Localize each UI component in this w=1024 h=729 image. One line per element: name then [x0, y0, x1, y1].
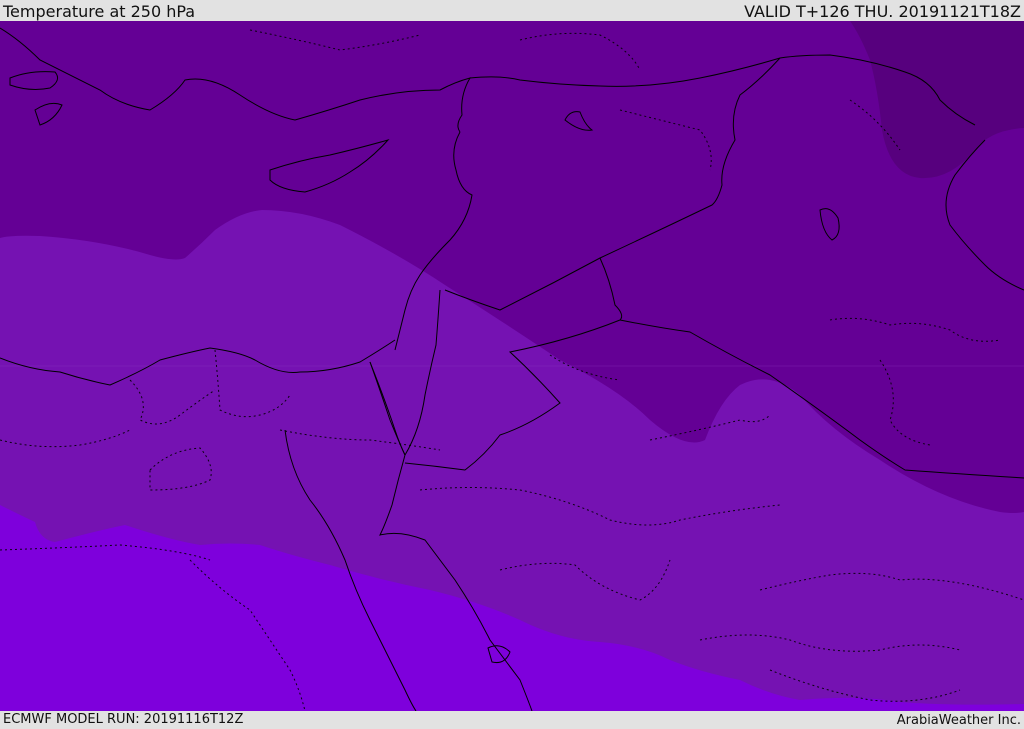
map-header: Temperature at 250 hPa VALID T+126 THU. …: [0, 0, 1024, 21]
model-run-label: ECMWF MODEL RUN: 20191116T12Z: [3, 712, 244, 727]
weather-map: [0, 21, 1024, 711]
credit-label: ArabiaWeather Inc.: [896, 713, 1021, 728]
map-canvas: [0, 21, 1024, 711]
map-title: Temperature at 250 hPa: [3, 2, 196, 21]
valid-time: VALID T+126 THU. 20191121T18Z: [744, 2, 1021, 21]
map-footer: ECMWF MODEL RUN: 20191116T12Z ArabiaWeat…: [0, 711, 1024, 729]
